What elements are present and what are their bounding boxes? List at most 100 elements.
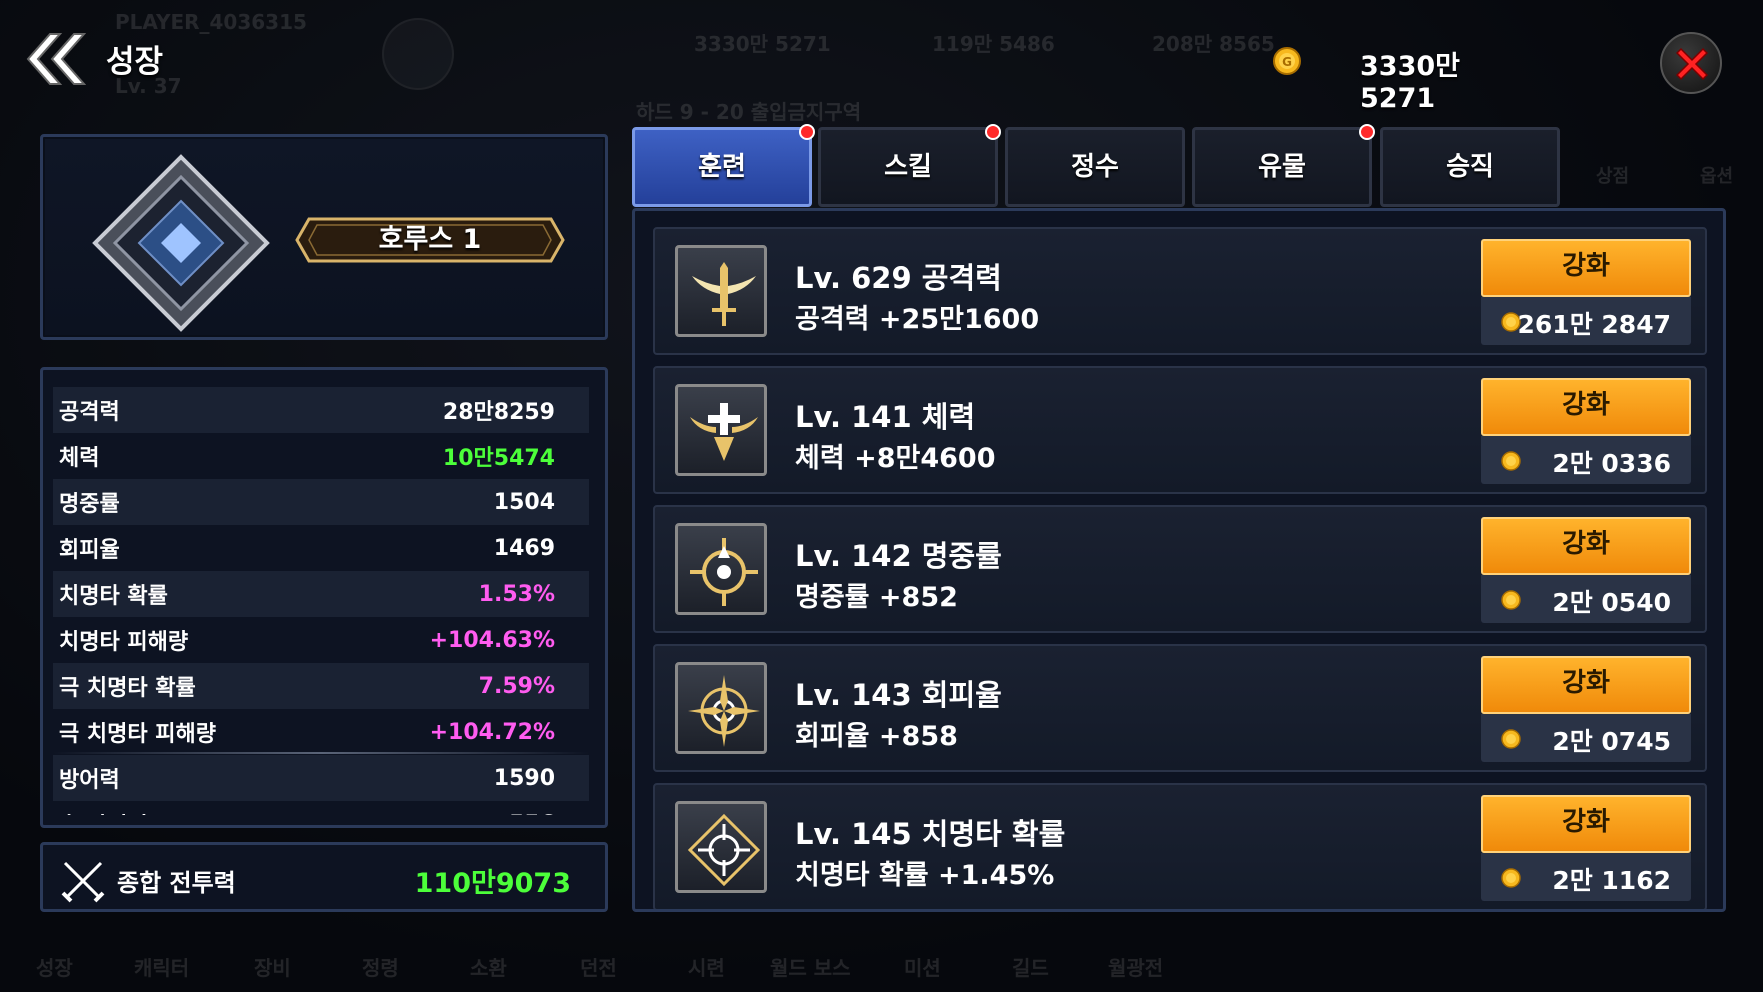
stat-label: 체력: [59, 446, 100, 471]
combat-power-value: 110만9073: [414, 868, 571, 899]
training-icon-frame: [675, 384, 767, 476]
tab-promotion[interactable]: 승직: [1380, 127, 1560, 207]
training-item: Lv. 143 회피율회피율 +858 강화 2만 0745: [653, 644, 1707, 772]
stat-value: 556: [509, 812, 555, 816]
gold-coin-icon: [1501, 729, 1521, 749]
notification-dot: [799, 124, 815, 140]
upgrade-button[interactable]: 강화: [1481, 795, 1691, 853]
stats-divider: [53, 752, 589, 754]
training-title: Lv. 629 공격력: [795, 261, 1002, 295]
gold-coin-icon: G: [1273, 47, 1301, 75]
training-title: Lv. 142 명중률: [795, 539, 1002, 573]
sword-wings-icon: [692, 262, 756, 326]
stat-value: 1469: [493, 535, 555, 561]
upgrade-button[interactable]: 강화: [1481, 656, 1691, 714]
stat-label: 공격력: [59, 400, 120, 425]
stat-value: 1.53%: [478, 581, 555, 607]
rank-panel: 호루스 1: [40, 134, 608, 340]
training-icon-frame: [675, 801, 767, 893]
cost-value: 2만 0336: [1552, 449, 1671, 478]
training-effect: 공격력 +25만1600: [795, 304, 1040, 335]
notification-dot: [985, 124, 1001, 140]
stat-row: 명중률 1504: [53, 479, 589, 525]
tab-training[interactable]: 훈련: [632, 124, 815, 207]
stat-label: 방어력: [59, 768, 120, 793]
upgrade-cost: 261만 2847: [1481, 297, 1691, 345]
stats-list[interactable]: 공격력 28만8259 체력 10만5474 명중률 1504 회피율 1469 치명타 확률 1…: [53, 387, 589, 815]
upgrade-cost: 2만 0745: [1481, 714, 1691, 762]
training-title: Lv. 141 체력: [795, 400, 976, 434]
upgrade-label: 강화: [1562, 529, 1610, 559]
upgrade-label: 강화: [1562, 668, 1610, 698]
stat-label: 극 치명타 확률: [59, 676, 196, 701]
upgrade-cost: 2만 1162: [1481, 853, 1691, 901]
stat-row: 추 방어력 556: [53, 801, 589, 816]
training-item: Lv. 142 명중률명중률 +852 강화 2만 0540: [653, 505, 1707, 633]
upgrade-button[interactable]: 강화: [1481, 517, 1691, 575]
stat-row: 공격력 28만8259: [53, 387, 589, 433]
gold-coin-icon: [1501, 868, 1521, 888]
training-icon-frame: [675, 523, 767, 615]
stat-label: 회피율: [59, 538, 120, 563]
stat-row: 체력 10만5474: [53, 433, 589, 479]
stat-value: 1590: [493, 765, 555, 791]
stat-value: +104.63%: [429, 627, 555, 653]
crosshair-icon: [690, 538, 758, 606]
stat-value: 28만8259: [442, 400, 555, 425]
cost-value: 2만 0745: [1552, 727, 1671, 756]
training-list[interactable]: Lv. 629 공격력공격력 +25만1600 강화 261만 2847 Lv. 14…: [632, 208, 1726, 912]
stats-panel[interactable]: 공격력 28만8259 체력 10만5474 명중률 1504 회피율 1469 치명타 확률 1…: [40, 367, 608, 828]
cross-wings-icon: [690, 403, 758, 461]
stat-value: +104.72%: [429, 719, 555, 745]
tab-label: 정수: [1071, 152, 1119, 182]
tab-label: 승직: [1446, 152, 1494, 182]
stat-label: 치명타 피해량: [59, 630, 189, 655]
back-button[interactable]: [20, 30, 87, 88]
training-item: Lv. 629 공격력공격력 +25만1600 강화 261만 2847: [653, 227, 1707, 355]
training-effect: 명중률 +852: [795, 582, 958, 613]
upgrade-button[interactable]: 강화: [1481, 239, 1691, 297]
page-title: 성장: [106, 44, 164, 80]
stat-row: 극 치명타 확률 7.59%: [53, 663, 589, 709]
upgrade-cost: 2만 0540: [1481, 575, 1691, 623]
training-effect: 체력 +8만4600: [795, 443, 996, 474]
stat-row: 회피율 1469: [53, 525, 589, 571]
stat-value: 7.59%: [478, 673, 555, 699]
double-chevron-left-icon: [26, 33, 87, 85]
training-item: Lv. 141 체력체력 +8만4600 강화 2만 0336: [653, 366, 1707, 494]
stat-label: 추 방어력: [59, 808, 148, 815]
cost-value: 261만 2847: [1517, 310, 1671, 339]
training-title: Lv. 143 회피율: [795, 678, 1002, 712]
cost-value: 2만 1162: [1552, 866, 1671, 895]
upgrade-cost: 2만 0336: [1481, 436, 1691, 484]
stat-row: 극 치명타 피해량 +104.72%: [53, 709, 589, 755]
training-title: Lv. 145 치명타 확률: [795, 817, 1066, 851]
training-effect: 회피율 +858: [795, 721, 958, 752]
gold-display: G 3330만 5271: [1272, 38, 1542, 114]
upgrade-button[interactable]: 강화: [1481, 378, 1691, 436]
training-effect: 치명타 확률 +1.45%: [795, 860, 1055, 891]
tab-essence[interactable]: 정수: [1005, 127, 1185, 207]
cost-value: 2만 0540: [1552, 588, 1671, 617]
tab-label: 유물: [1258, 152, 1306, 182]
stat-value: 10만5474: [442, 446, 555, 471]
stat-label: 극 치명타 피해량: [59, 722, 216, 747]
stat-row: 치명타 피해량 +104.63%: [53, 617, 589, 663]
notification-dot: [1359, 124, 1375, 140]
tab-skill[interactable]: 스킬: [818, 124, 1001, 207]
tab-label: 스킬: [884, 152, 932, 182]
stat-label: 명중률: [59, 492, 120, 517]
upgrade-label: 강화: [1562, 390, 1610, 420]
tab-relic[interactable]: 유물: [1192, 124, 1375, 207]
training-icon-frame: [675, 662, 767, 754]
critical-target-icon: [687, 813, 761, 887]
rank-name: 호루스 1: [378, 224, 482, 255]
upgrade-label: 강화: [1562, 807, 1610, 837]
tab-label: 훈련: [698, 152, 746, 182]
rank-nameplate: 호루스 1: [295, 217, 565, 263]
close-button[interactable]: [1660, 32, 1722, 94]
upgrade-label: 강화: [1562, 251, 1610, 281]
close-icon: [1675, 47, 1709, 81]
rank-diamond-icon: [92, 154, 270, 332]
stat-row: 치명타 확률 1.53%: [53, 571, 589, 617]
